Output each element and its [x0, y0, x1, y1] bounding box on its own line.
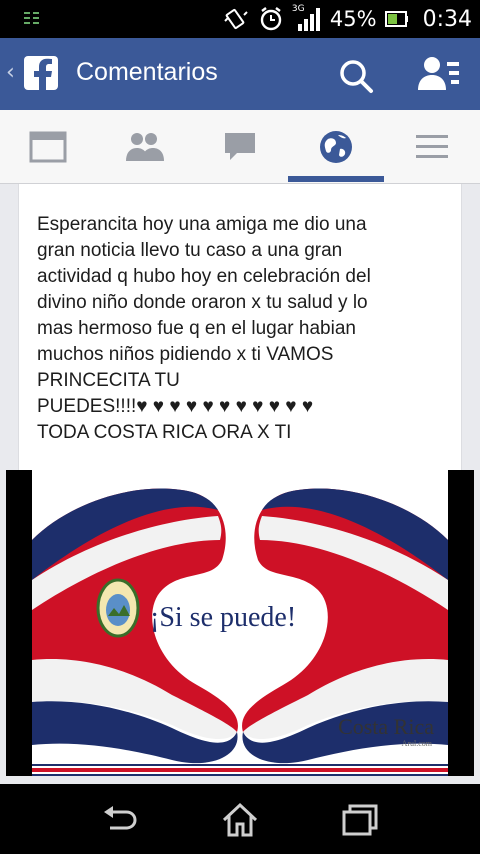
- clock: 0:34: [422, 6, 472, 32]
- flag-stripes: [32, 764, 448, 776]
- signal-icon: 3G: [291, 4, 322, 32]
- tab-news-feed[interactable]: [0, 110, 96, 184]
- photo-brand: Costa Rica: [338, 714, 434, 739]
- data-icon: [24, 12, 39, 24]
- tab-more[interactable]: [384, 110, 480, 184]
- search-icon[interactable]: [336, 56, 376, 96]
- globe-icon: [320, 131, 352, 163]
- battery-percent: 45%: [329, 7, 377, 31]
- facebook-logo[interactable]: [24, 56, 58, 90]
- friends-icon[interactable]: [414, 54, 462, 94]
- back-icon[interactable]: [100, 800, 140, 840]
- tab-friends[interactable]: [96, 110, 192, 184]
- photo-brand-sub: Arul.com: [401, 739, 432, 748]
- post-card: Esperancita hoy una amiga me dio una gra…: [18, 184, 462, 470]
- friends-icon: [126, 133, 164, 161]
- system-nav-bar: [0, 784, 480, 854]
- tab-notifications[interactable]: [288, 110, 384, 184]
- photo-image: ¡Si se puede! Costa Rica Arul.com: [32, 470, 448, 776]
- page-title: Comentarios: [76, 58, 218, 86]
- tab-messages[interactable]: [192, 110, 288, 184]
- post-photo[interactable]: ¡Si se puede! Costa Rica Arul.com: [6, 470, 474, 776]
- alarm-icon: [260, 7, 282, 31]
- network-type-label: 3G: [291, 4, 305, 14]
- menu-icon: [416, 135, 448, 158]
- active-tab-indicator: [288, 176, 384, 182]
- photo-caption: ¡Si se puede!: [150, 602, 297, 633]
- status-bar: 3G 45% 0:34: [0, 0, 480, 38]
- home-icon[interactable]: [220, 800, 260, 840]
- vibrate-icon: [224, 8, 248, 30]
- news-feed-icon: [29, 131, 67, 163]
- post-text: Esperancita hoy una amiga me dio una gra…: [37, 214, 371, 443]
- tab-bar: [0, 110, 480, 184]
- recent-apps-icon[interactable]: [340, 800, 380, 840]
- battery-icon: [384, 11, 408, 27]
- back-icon[interactable]: ‹: [6, 60, 15, 85]
- app-bar: ‹ Comentarios: [0, 38, 480, 110]
- chat-icon: [225, 133, 255, 160]
- feed-gap: [0, 776, 480, 784]
